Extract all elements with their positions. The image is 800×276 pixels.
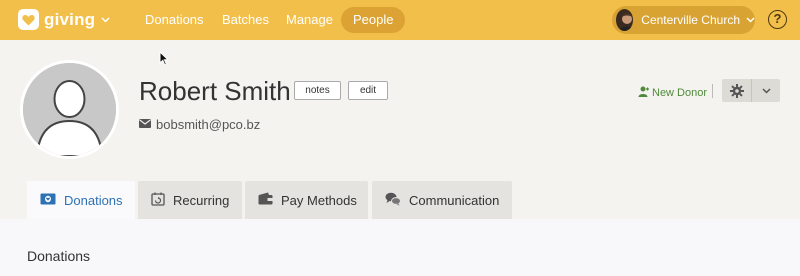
tab-content-panel: Donations: [0, 219, 800, 276]
tab-pay-methods[interactable]: Pay Methods: [245, 181, 368, 219]
chevron-down-icon: [101, 16, 110, 23]
email-row: bobsmith@pco.bz: [139, 115, 260, 133]
person-silhouette-icon: [23, 63, 116, 156]
nav-donations[interactable]: Donations: [133, 7, 216, 33]
nav-batches[interactable]: Batches: [210, 7, 281, 33]
divider: [712, 84, 713, 98]
mouse-cursor-icon: [159, 50, 170, 71]
chat-icon: [385, 192, 401, 209]
nav-people[interactable]: People: [341, 7, 406, 33]
tab-pay-methods-label: Pay Methods: [281, 192, 357, 208]
chevron-down-icon: [761, 87, 771, 94]
tab-recurring-label: Recurring: [173, 192, 230, 208]
donations-icon: [40, 193, 56, 208]
settings-button[interactable]: [722, 79, 752, 102]
settings-dropdown-button[interactable]: [752, 79, 780, 102]
new-donor-button[interactable]: New Donor: [638, 84, 707, 102]
tab-donations-label: Donations: [64, 192, 123, 208]
help-icon[interactable]: ?: [768, 10, 787, 29]
recurring-icon: [151, 192, 165, 209]
organization-switcher[interactable]: Centerville Church: [612, 6, 755, 34]
tab-communication-label: Communication: [409, 192, 500, 208]
tab-communication[interactable]: Communication: [372, 181, 512, 219]
person-name: Robert Smith: [139, 76, 291, 106]
org-name: Centerville Church: [641, 13, 740, 27]
tab-recurring[interactable]: Recurring: [138, 181, 242, 219]
nav-manage[interactable]: Manage: [274, 7, 345, 33]
edit-button[interactable]: edit: [348, 81, 388, 100]
gear-icon: [729, 83, 744, 98]
profile-avatar: [20, 60, 119, 159]
wallet-icon: [258, 192, 273, 208]
add-person-icon: [638, 84, 649, 102]
section-title: Donations: [27, 248, 91, 264]
person-email[interactable]: bobsmith@pco.bz: [156, 117, 260, 132]
new-donor-label: New Donor: [652, 87, 708, 99]
envelope-icon: [139, 115, 151, 133]
top-navigation-bar: giving Donations Batches Manage People C…: [0, 0, 800, 40]
settings-menu: [722, 79, 780, 102]
tab-donations[interactable]: Donations: [27, 181, 135, 219]
notes-button[interactable]: notes: [294, 81, 341, 100]
app-switcher[interactable]: giving: [18, 9, 110, 30]
heart-logo-icon: [18, 9, 39, 30]
chevron-down-icon: [746, 17, 755, 23]
app-name: giving: [44, 9, 96, 29]
org-avatar: [616, 9, 634, 31]
